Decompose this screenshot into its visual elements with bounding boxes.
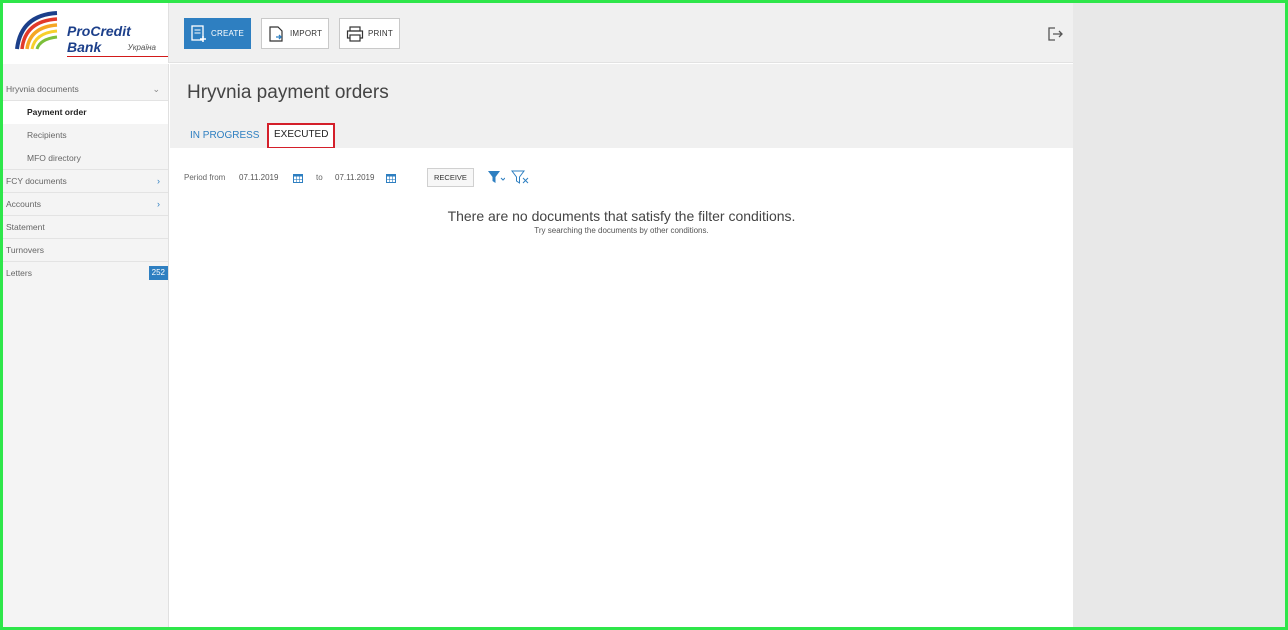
print-button-label: PRINT (368, 29, 393, 38)
sidebar-item-label: Statement (6, 222, 45, 232)
import-button-label: IMPORT (290, 29, 323, 38)
brand-subtitle: Україна (127, 43, 156, 52)
sidebar-item-label: Hryvnia documents (6, 84, 79, 94)
content-header: Hryvnia payment orders IN PROGRESS EXECU… (170, 64, 1073, 149)
content-panel: Period from 07.11.2019 to 07.11.2019 REC… (170, 148, 1073, 627)
top-toolbar: ProCredit Bank Україна CREATE IMPORT PRI… (3, 3, 1073, 63)
date-from-input[interactable]: 07.11.2019 (239, 170, 299, 186)
sidebar-item-label: Turnovers (6, 245, 44, 255)
receive-button[interactable]: RECEIVE (427, 168, 474, 187)
empty-state-message: There are no documents that satisfy the … (447, 208, 796, 224)
logo-rainbow-icon (15, 11, 58, 50)
bank-logo[interactable]: ProCredit Bank Україна (3, 3, 169, 63)
calendar-icon[interactable] (293, 173, 303, 183)
sidebar-item-label: Payment order (27, 107, 87, 117)
right-gutter (1073, 3, 1285, 627)
create-button[interactable]: CREATE (184, 18, 252, 49)
clear-filter-icon[interactable] (511, 169, 529, 185)
page-title: Hryvnia payment orders (187, 82, 389, 103)
chevron-right-icon: › (157, 176, 160, 186)
sidebar-item-label: Recipients (27, 130, 67, 140)
import-button[interactable]: IMPORT (261, 18, 330, 49)
letters-count-badge: 252 (148, 266, 168, 280)
app-window: ProCredit Bank Україна CREATE IMPORT PRI… (3, 3, 1073, 627)
sidebar-item-label: FCY documents (6, 176, 67, 186)
create-document-icon (191, 24, 206, 42)
to-label: to (316, 173, 323, 182)
sidebar-item-letters[interactable]: Letters 252 (3, 262, 168, 285)
sidebar-item-label: Letters (6, 268, 32, 278)
sidebar-item-accounts[interactable]: Accounts › (3, 193, 168, 216)
chevron-right-icon: › (157, 199, 160, 209)
logout-icon[interactable] (1046, 25, 1064, 43)
import-icon (269, 25, 283, 42)
sidebar-item-mfo-directory[interactable]: MFO directory (3, 147, 168, 170)
period-from-label: Period from (184, 173, 226, 182)
empty-state-hint: Try searching the documents by other con… (534, 226, 709, 235)
sidebar-item-turnovers[interactable]: Turnovers (3, 239, 168, 262)
sidebar-item-statement[interactable]: Statement (3, 216, 168, 239)
print-button[interactable]: PRINT (339, 18, 400, 49)
sidebar: Hryvnia documents ⌄ Payment order Recipi… (3, 64, 169, 627)
tab-executed[interactable]: EXECUTED (267, 123, 336, 149)
chevron-down-icon: ⌄ (152, 84, 160, 94)
calendar-icon[interactable] (386, 173, 396, 183)
sidebar-item-hryvnia-documents[interactable]: Hryvnia documents ⌄ (3, 78, 168, 101)
filter-icon[interactable] (487, 169, 505, 185)
sidebar-item-recipients[interactable]: Recipients (3, 124, 168, 147)
sidebar-item-payment-order[interactable]: Payment order (3, 101, 168, 124)
tab-in-progress[interactable]: IN PROGRESS (184, 124, 265, 148)
sidebar-item-fcy-documents[interactable]: FCY documents › (3, 170, 168, 193)
sidebar-item-label: Accounts (6, 199, 41, 209)
create-button-label: CREATE (211, 29, 245, 38)
printer-icon (346, 25, 364, 42)
sidebar-item-label: MFO directory (27, 153, 81, 163)
